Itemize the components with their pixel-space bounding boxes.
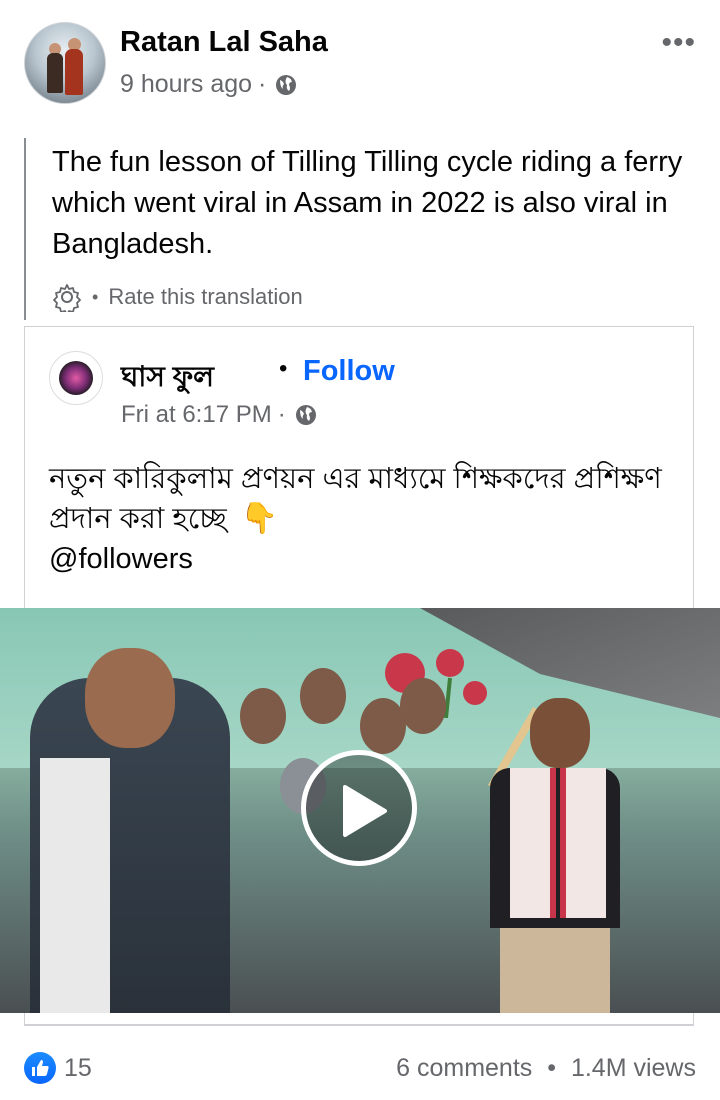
shared-post-meta: Fri at 6:17 PM ·	[121, 401, 318, 429]
more-options-button[interactable]: •••	[661, 26, 696, 60]
author-name[interactable]: Ratan Lal Saha	[120, 26, 328, 59]
shared-post-time[interactable]: Fri at 6:17 PM	[121, 401, 272, 429]
rate-translation-row: • Rate this translation	[52, 282, 303, 312]
meta-separator: ·	[258, 70, 267, 98]
post-meta: 9 hours ago ·	[120, 70, 298, 99]
post-footer: 15 6 comments • 1.4M views	[0, 1040, 720, 1100]
page-name[interactable]: ঘাস ফুল	[121, 355, 214, 402]
video-frame-man-left	[30, 648, 230, 1013]
translation-block: The fun lesson of Tilling Tilling cycle …	[24, 138, 712, 320]
pointing-down-emoji: 👇	[240, 502, 279, 535]
author-avatar[interactable]	[24, 22, 106, 104]
rate-separator: •	[92, 286, 99, 307]
stats-separator: •	[547, 1054, 556, 1082]
video-player[interactable]	[0, 608, 720, 1013]
like-icon	[32, 1060, 49, 1076]
follow-button[interactable]: Follow	[303, 355, 395, 388]
views-count: 1.4M views	[570, 1054, 696, 1082]
play-icon	[343, 785, 387, 837]
video-frame-man-right	[470, 688, 640, 1013]
shared-post-text: নতুন কারিকুলাম প্রণয়ন এর মাধ্যমে শিক্ষক…	[49, 459, 669, 579]
translated-text: The fun lesson of Tilling Tilling cycle …	[52, 146, 683, 260]
play-button[interactable]	[301, 750, 417, 866]
post-header: Ratan Lal Saha 9 hours ago · •••	[0, 0, 720, 120]
follow-separator: •	[279, 355, 288, 382]
globe-icon	[295, 405, 316, 425]
gear-icon[interactable]	[52, 282, 82, 312]
rate-translation-link[interactable]: Rate this translation	[108, 284, 302, 310]
mention-followers[interactable]: @followers	[49, 543, 193, 575]
meta-separator: ·	[277, 401, 286, 428]
like-reaction-icon[interactable]	[24, 1052, 56, 1084]
page-avatar[interactable]	[49, 351, 103, 405]
comments-count[interactable]: 6 comments	[396, 1054, 532, 1082]
post-time[interactable]: 9 hours ago	[120, 70, 252, 99]
like-count[interactable]: 15	[64, 1054, 92, 1083]
shared-post-line: নতুন কারিকুলাম প্রণয়ন এর মাধ্যমে শিক্ষক…	[49, 463, 662, 535]
globe-icon	[276, 74, 297, 95]
engagement-stats: 6 comments • 1.4M views	[396, 1054, 696, 1083]
